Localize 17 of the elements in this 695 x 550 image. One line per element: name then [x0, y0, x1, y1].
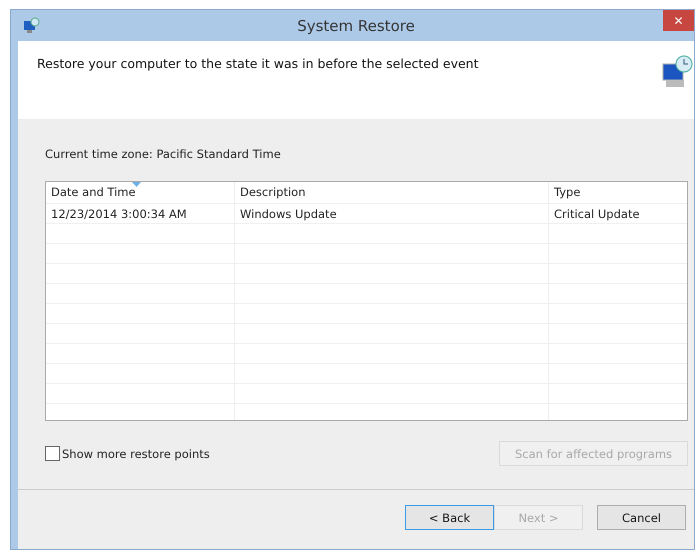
time-zone-text: Current time zone: Pacific Standard Time [45, 147, 282, 161]
table-cell: Windows Update [235, 204, 549, 223]
checkbox[interactable] [45, 446, 60, 461]
wizard-button[interactable]: < Back [405, 505, 494, 530]
computer-restore-icon [660, 54, 694, 90]
computer-restore-icon [22, 16, 40, 34]
column-header[interactable]: Date and Time [46, 182, 235, 203]
table-cell: 12/23/2014 3:00:34 AM [46, 204, 235, 223]
window-title: System Restore [297, 16, 415, 34]
column-header[interactable]: Description [235, 182, 549, 203]
wizard-button[interactable]: Cancel [597, 505, 686, 530]
heading-text: Restore your computer to the state it was in before the selected event [37, 56, 479, 73]
checkbox-label: Show more restore points [62, 446, 210, 460]
table-cell-text: Critical Update [553, 206, 641, 223]
close-button[interactable]: ✕ [663, 10, 694, 31]
table-row[interactable]: 12/23/2014 3:00:34 AM Windows Update Critical Update [46, 204, 687, 224]
column-header[interactable]: Type [549, 182, 687, 203]
